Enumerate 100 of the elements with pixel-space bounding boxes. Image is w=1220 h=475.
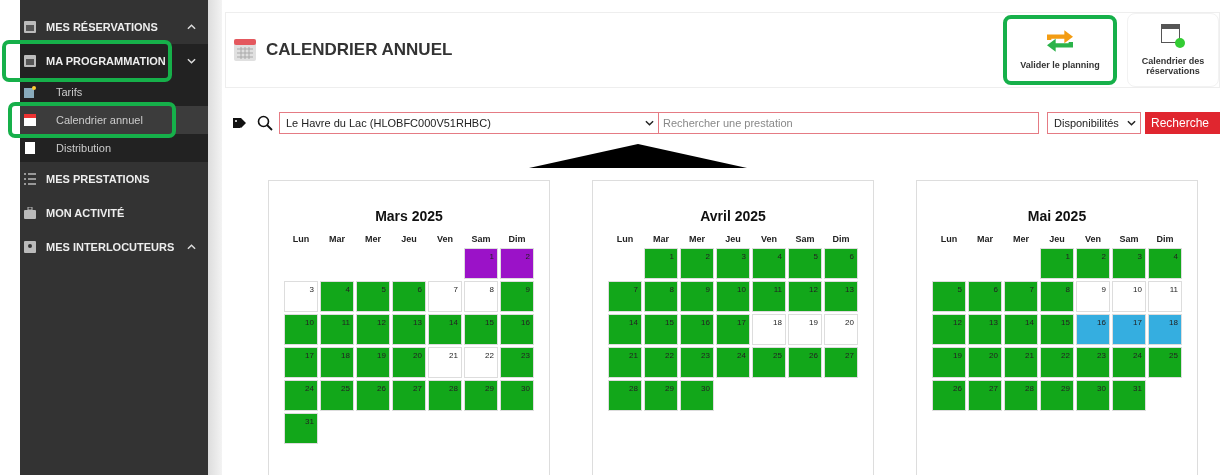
day-cell[interactable]: 3 <box>284 281 318 312</box>
day-cell[interactable]: 9 <box>1076 281 1110 312</box>
day-cell[interactable]: 26 <box>356 380 390 411</box>
day-cell[interactable]: 3 <box>716 248 750 279</box>
day-cell[interactable]: 27 <box>392 380 426 411</box>
day-cell[interactable]: 25 <box>320 380 354 411</box>
day-cell[interactable]: 5 <box>356 281 390 312</box>
day-cell[interactable]: 29 <box>644 380 678 411</box>
day-cell[interactable]: 1 <box>644 248 678 279</box>
day-cell[interactable]: 22 <box>1040 347 1074 378</box>
day-cell[interactable]: 14 <box>608 314 642 345</box>
day-cell[interactable]: 6 <box>824 248 858 279</box>
day-cell[interactable]: 12 <box>356 314 390 345</box>
day-cell[interactable]: 12 <box>788 281 822 312</box>
day-cell[interactable]: 16 <box>500 314 534 345</box>
day-cell[interactable]: 21 <box>1004 347 1038 378</box>
sidebar-item[interactable]: MES PRESTATIONS <box>20 162 208 196</box>
day-cell[interactable]: 3 <box>1112 248 1146 279</box>
day-cell[interactable]: 10 <box>716 281 750 312</box>
day-cell[interactable]: 24 <box>284 380 318 411</box>
day-cell[interactable]: 16 <box>680 314 714 345</box>
day-cell[interactable]: 17 <box>716 314 750 345</box>
day-cell[interactable]: 9 <box>500 281 534 312</box>
caret-icon[interactable] <box>1127 120 1136 126</box>
day-cell[interactable]: 7 <box>428 281 462 312</box>
day-cell[interactable]: 8 <box>644 281 678 312</box>
day-cell[interactable]: 30 <box>680 380 714 411</box>
mode-select[interactable]: Disponibilités <box>1047 112 1141 134</box>
day-cell[interactable]: 29 <box>1040 380 1074 411</box>
establishment-select[interactable]: Le Havre du Lac (HLOBFC000V51RHBC) <box>279 112 659 134</box>
day-cell[interactable]: 10 <box>284 314 318 345</box>
day-cell[interactable]: 28 <box>608 380 642 411</box>
day-cell[interactable]: 20 <box>824 314 858 345</box>
day-cell[interactable]: 30 <box>500 380 534 411</box>
search-button[interactable]: Recherche <box>1145 112 1220 134</box>
day-cell[interactable]: 14 <box>1004 314 1038 345</box>
day-cell[interactable]: 16 <box>1076 314 1110 345</box>
day-cell[interactable]: 25 <box>1148 347 1182 378</box>
day-cell[interactable]: 9 <box>680 281 714 312</box>
day-cell[interactable]: 8 <box>464 281 498 312</box>
sidebar-item[interactable]: MA PROGRAMMATION <box>20 44 208 78</box>
day-cell[interactable]: 19 <box>788 314 822 345</box>
day-cell[interactable]: 15 <box>644 314 678 345</box>
search-field[interactable]: Rechercher une prestation <box>659 112 1039 134</box>
day-cell[interactable]: 18 <box>1148 314 1182 345</box>
submenu-item[interactable]: Calendrier annuel <box>20 106 208 134</box>
day-cell[interactable]: 15 <box>464 314 498 345</box>
sidebar-item[interactable]: MES INTERLOCUTEURS <box>20 230 208 264</box>
day-cell[interactable]: 2 <box>1076 248 1110 279</box>
day-cell[interactable]: 13 <box>392 314 426 345</box>
day-cell[interactable]: 27 <box>824 347 858 378</box>
day-cell[interactable]: 5 <box>788 248 822 279</box>
day-cell[interactable]: 23 <box>1076 347 1110 378</box>
day-cell[interactable]: 24 <box>1112 347 1146 378</box>
day-cell[interactable]: 22 <box>644 347 678 378</box>
day-cell[interactable]: 4 <box>320 281 354 312</box>
day-cell[interactable]: 4 <box>752 248 786 279</box>
day-cell[interactable]: 21 <box>608 347 642 378</box>
day-cell[interactable]: 29 <box>464 380 498 411</box>
toolbar-button[interactable]: Calendrier des réservations <box>1127 13 1219 87</box>
day-cell[interactable]: 5 <box>932 281 966 312</box>
day-cell[interactable]: 6 <box>968 281 1002 312</box>
day-cell[interactable]: 8 <box>1040 281 1074 312</box>
day-cell[interactable]: 12 <box>932 314 966 345</box>
day-cell[interactable]: 23 <box>680 347 714 378</box>
day-cell[interactable]: 21 <box>428 347 462 378</box>
day-cell[interactable]: 28 <box>428 380 462 411</box>
day-cell[interactable]: 14 <box>428 314 462 345</box>
day-cell[interactable]: 4 <box>1148 248 1182 279</box>
caret-icon[interactable] <box>645 120 654 126</box>
day-cell[interactable]: 7 <box>608 281 642 312</box>
day-cell[interactable]: 11 <box>752 281 786 312</box>
day-cell[interactable]: 31 <box>1112 380 1146 411</box>
day-cell[interactable]: 13 <box>968 314 1002 345</box>
day-cell[interactable]: 11 <box>320 314 354 345</box>
sidebar-item[interactable]: MES RÉSERVATIONS <box>20 10 208 44</box>
day-cell[interactable]: 24 <box>716 347 750 378</box>
day-cell[interactable]: 15 <box>1040 314 1074 345</box>
day-cell[interactable]: 18 <box>320 347 354 378</box>
day-cell[interactable]: 17 <box>284 347 318 378</box>
day-cell[interactable]: 31 <box>284 413 318 444</box>
day-cell[interactable]: 10 <box>1112 281 1146 312</box>
day-cell[interactable]: 20 <box>392 347 426 378</box>
day-cell[interactable]: 13 <box>824 281 858 312</box>
day-cell[interactable]: 6 <box>392 281 426 312</box>
day-cell[interactable]: 25 <box>752 347 786 378</box>
day-cell[interactable]: 28 <box>1004 380 1038 411</box>
day-cell[interactable]: 30 <box>1076 380 1110 411</box>
day-cell[interactable]: 2 <box>680 248 714 279</box>
day-cell[interactable]: 26 <box>788 347 822 378</box>
sidebar-item[interactable]: MON ACTIVITÉ <box>20 196 208 230</box>
day-cell[interactable]: 26 <box>932 380 966 411</box>
day-cell[interactable]: 7 <box>1004 281 1038 312</box>
day-cell[interactable]: 17 <box>1112 314 1146 345</box>
day-cell[interactable]: 27 <box>968 380 1002 411</box>
day-cell[interactable]: 1 <box>1040 248 1074 279</box>
day-cell[interactable]: 20 <box>968 347 1002 378</box>
day-cell[interactable]: 23 <box>500 347 534 378</box>
day-cell[interactable]: 18 <box>752 314 786 345</box>
day-cell[interactable]: 19 <box>932 347 966 378</box>
